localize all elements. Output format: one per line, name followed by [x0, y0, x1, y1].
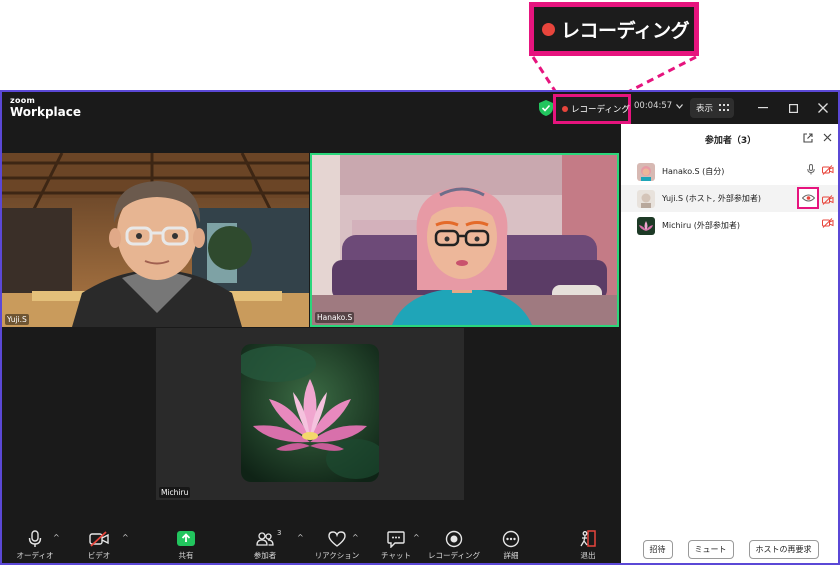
participant-name-yuji: Yuji.S	[5, 314, 29, 325]
share-button[interactable]: 共有	[156, 529, 216, 561]
participant-name-hanako: Hanako.S	[315, 312, 355, 323]
mute-all-button[interactable]: ミュート	[687, 540, 734, 559]
view-label: 表示	[696, 104, 714, 114]
chat-label: チャット	[381, 551, 411, 560]
shield-icon[interactable]	[539, 100, 553, 116]
reclaim-host-button[interactable]: ホストの再要求	[748, 540, 819, 559]
record-icon	[445, 530, 463, 548]
participant-row-michiru[interactable]: Michiru (外部参加者)	[621, 212, 838, 239]
heart-icon	[328, 531, 346, 547]
participant-name: Hanako.S (自分)	[662, 167, 725, 176]
invite-button[interactable]: 招待	[642, 540, 673, 559]
recording-status-highlight	[797, 187, 819, 209]
close-panel-icon[interactable]	[823, 133, 832, 142]
reactions-label: リアクション	[314, 551, 360, 560]
audio-caret-icon[interactable]: ^	[53, 533, 60, 542]
grid-icon	[719, 104, 730, 111]
avatar	[637, 189, 655, 208]
participants-panel: 参加者（3） Hanako.S (自分) Yuji.S (ホスト, 外部参加者)	[621, 124, 838, 563]
logo-line2: Workplace	[10, 105, 82, 119]
maximize-button[interactable]	[786, 101, 800, 115]
participant-name-michiru: Michiru	[159, 487, 191, 498]
zoom-window: zoom Workplace レコーディング 00:04:57 表示 Yuji.…	[0, 90, 840, 565]
video-caret-icon[interactable]: ^	[122, 533, 129, 542]
microphone-icon	[28, 530, 42, 547]
logo-line1: zoom	[10, 96, 36, 105]
yuji-avatar-scene	[2, 153, 309, 327]
zoom-logo: zoom Workplace	[10, 96, 82, 119]
participants-count: 3	[277, 529, 282, 537]
participant-icons	[807, 164, 834, 175]
recording-button[interactable]: レコーディング	[424, 529, 484, 561]
reactions-caret-icon[interactable]: ^	[352, 533, 359, 542]
video-button[interactable]: ビデオ	[69, 529, 129, 561]
michiru-lotus-image	[241, 344, 379, 482]
panel-footer: 招待 ミュート ホストの再要求	[621, 540, 838, 559]
leave-button[interactable]: 退出	[558, 529, 618, 561]
video-off-icon	[89, 531, 109, 547]
title-bar: zoom Workplace レコーディング 00:04:57 表示	[2, 92, 838, 124]
video-tile-yuji[interactable]: Yuji.S	[2, 153, 309, 327]
avatar	[637, 162, 655, 181]
participant-icons	[822, 218, 834, 228]
share-screen-icon	[177, 531, 195, 546]
panel-header: 参加者（3）	[621, 124, 838, 154]
meeting-toolbar: オーディオ ^ ビデオ ^ 共有 3 参加者 ^ リアクション ^ チャット ^…	[2, 525, 620, 563]
close-button[interactable]	[816, 101, 830, 115]
microphone-icon[interactable]	[807, 164, 815, 175]
video-off-icon[interactable]	[822, 164, 834, 175]
video-label: ビデオ	[87, 551, 111, 560]
timer-text: 00:04:57	[634, 101, 673, 111]
participant-icons	[797, 187, 834, 209]
meeting-timer[interactable]: 00:04:57	[634, 101, 684, 111]
video-tile-michiru[interactable]: Michiru	[156, 328, 464, 500]
video-off-icon[interactable]	[822, 218, 834, 228]
panel-header-icons	[803, 133, 832, 143]
details-button[interactable]: 詳細	[481, 529, 541, 561]
participant-row-hanako[interactable]: Hanako.S (自分)	[621, 158, 838, 185]
view-button[interactable]: 表示	[690, 98, 734, 118]
participant-name: Michiru (外部参加者)	[662, 221, 740, 230]
leave-icon	[580, 530, 596, 547]
recording-indicator-label: レコーディング	[571, 105, 630, 115]
leave-label: 退出	[580, 551, 596, 560]
pop-out-icon[interactable]	[803, 133, 813, 143]
participant-row-yuji[interactable]: Yuji.S (ホスト, 外部参加者)	[621, 185, 838, 212]
participants-label: 参加者	[253, 551, 277, 560]
close-icon	[818, 103, 828, 113]
participant-name: Yuji.S (ホスト, 外部参加者)	[662, 194, 761, 203]
maximize-icon	[788, 103, 798, 113]
participants-button[interactable]: 3 参加者	[235, 529, 295, 561]
hanako-avatar-scene	[312, 155, 617, 325]
participants-icon	[256, 532, 274, 546]
recording-dot-icon	[562, 106, 568, 112]
participants-caret-icon[interactable]: ^	[297, 533, 304, 542]
audio-label: オーディオ	[16, 551, 54, 560]
avatar	[637, 216, 655, 235]
recording-eye-icon[interactable]	[801, 194, 815, 202]
chat-icon	[387, 530, 405, 548]
more-icon	[502, 530, 520, 548]
share-label: 共有	[178, 551, 194, 560]
panel-title: 参加者（3）	[704, 135, 757, 146]
recording-indicator[interactable]: レコーディング	[553, 94, 631, 124]
video-tile-hanako[interactable]: Hanako.S	[310, 153, 619, 327]
minimize-button[interactable]	[756, 101, 770, 115]
details-label: 詳細	[503, 551, 519, 560]
minimize-icon	[758, 107, 768, 109]
video-off-icon[interactable]	[822, 195, 834, 205]
recording-label: レコーディング	[428, 551, 480, 560]
chat-caret-icon[interactable]: ^	[413, 533, 420, 542]
chevron-down-icon	[676, 103, 684, 109]
